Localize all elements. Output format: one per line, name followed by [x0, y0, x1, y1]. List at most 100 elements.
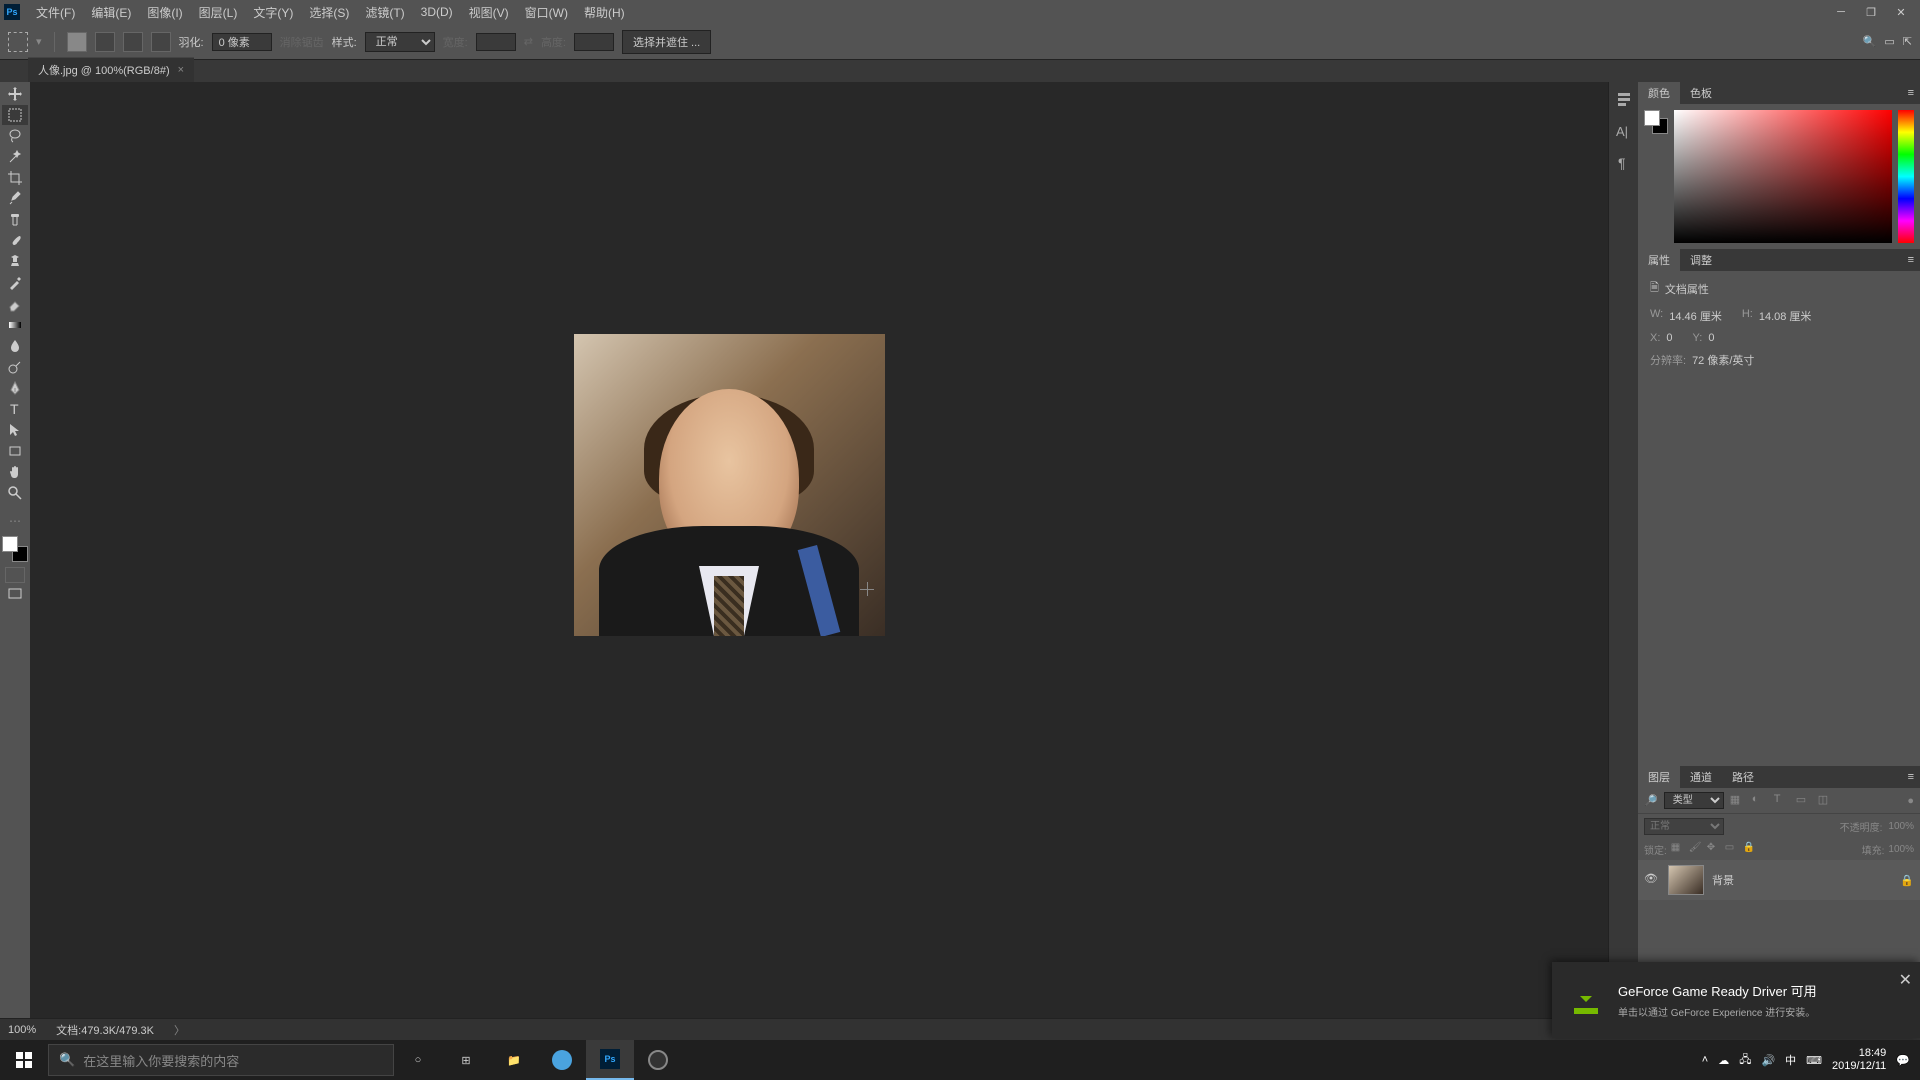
foreground-background-colors[interactable]	[2, 536, 28, 562]
cortana-icon[interactable]: ○	[394, 1040, 442, 1080]
feather-input[interactable]	[212, 33, 272, 51]
filter-toggle-icon[interactable]: ●	[1907, 795, 1914, 807]
tab-layers[interactable]: 图层	[1638, 766, 1680, 788]
filter-type-icon[interactable]: T	[1774, 793, 1790, 809]
tab-channels[interactable]: 通道	[1680, 766, 1722, 788]
filter-adjustment-icon[interactable]: ◐	[1752, 793, 1768, 809]
lock-transparency-icon[interactable]: ▦	[1671, 842, 1685, 856]
filter-search-icon[interactable]: 🔎	[1644, 794, 1658, 807]
lock-artboard-icon[interactable]: ▭	[1725, 842, 1739, 856]
menu-edit[interactable]: 编辑(E)	[83, 4, 139, 21]
share-icon[interactable]: ⇱	[1903, 35, 1912, 48]
move-tool[interactable]	[2, 84, 28, 104]
canvas-area[interactable]	[30, 82, 1608, 1018]
layer-thumbnail[interactable]	[1668, 865, 1704, 895]
color-fg-bg-swatch[interactable]	[1644, 110, 1668, 134]
path-selection-tool[interactable]	[2, 420, 28, 440]
selection-new-icon[interactable]	[67, 32, 87, 52]
maximize-button[interactable]: ❐	[1856, 0, 1886, 24]
hand-tool[interactable]	[2, 462, 28, 482]
edit-toolbar-icon[interactable]: ⋯	[2, 511, 28, 531]
rectangle-tool[interactable]	[2, 441, 28, 461]
tray-chevron-icon[interactable]: ˄	[1702, 1054, 1708, 1066]
selection-subtract-icon[interactable]	[123, 32, 143, 52]
tab-properties[interactable]: 属性	[1638, 249, 1680, 271]
tray-volume-icon[interactable]: 🔊	[1761, 1054, 1775, 1067]
lock-all-icon[interactable]: 🔒	[1743, 842, 1757, 856]
dodge-tool[interactable]	[2, 357, 28, 377]
file-explorer-icon[interactable]: 📁	[490, 1040, 538, 1080]
paragraph-panel-icon[interactable]: ¶	[1615, 154, 1633, 172]
tab-color[interactable]: 颜色	[1638, 82, 1680, 104]
clone-stamp-tool[interactable]	[2, 252, 28, 272]
current-tool-icon[interactable]	[8, 32, 28, 52]
antialias-checkbox[interactable]: 消除锯齿	[280, 34, 324, 50]
blur-tool[interactable]	[2, 336, 28, 356]
menu-window[interactable]: 窗口(W)	[517, 4, 576, 21]
foreground-color[interactable]	[2, 536, 18, 552]
menu-help[interactable]: 帮助(H)	[576, 4, 633, 21]
filter-pixel-icon[interactable]: ▦	[1730, 793, 1746, 809]
menu-file[interactable]: 文件(F)	[28, 4, 83, 21]
tray-clock[interactable]: 18:49 2019/12/11	[1832, 1047, 1886, 1073]
screen-mode-button[interactable]	[2, 584, 28, 604]
start-button[interactable]	[0, 1040, 48, 1080]
blend-mode-select[interactable]: 正常	[1644, 818, 1724, 835]
tray-network-icon[interactable]: 🖧	[1739, 1051, 1751, 1070]
gradient-tool[interactable]	[2, 315, 28, 335]
menu-view[interactable]: 视图(V)	[461, 4, 517, 21]
brush-tool[interactable]	[2, 231, 28, 251]
menu-filter[interactable]: 滤镜(T)	[357, 4, 412, 21]
chevron-down-icon[interactable]: ▾	[36, 35, 42, 48]
type-tool[interactable]: T	[2, 399, 28, 419]
tray-onedrive-icon[interactable]: ☁	[1718, 1054, 1729, 1067]
pen-tool[interactable]	[2, 378, 28, 398]
document-size[interactable]: 文档:479.3K/479.3K	[56, 1022, 154, 1038]
layer-visibility-icon[interactable]: 👁	[1644, 872, 1660, 888]
selection-add-icon[interactable]	[95, 32, 115, 52]
zoom-level[interactable]: 100%	[8, 1024, 36, 1036]
minimize-button[interactable]: ─	[1826, 0, 1856, 24]
magic-wand-tool[interactable]	[2, 147, 28, 167]
layer-lock-icon[interactable]: 🔒	[1900, 874, 1914, 887]
status-chevron-icon[interactable]: 〉	[174, 1022, 185, 1038]
selection-intersect-icon[interactable]	[151, 32, 171, 52]
layer-row[interactable]: 👁 背景 🔒	[1638, 860, 1920, 900]
app-icon-1[interactable]	[538, 1040, 586, 1080]
character-panel-icon[interactable]: A|	[1615, 122, 1633, 140]
tab-swatches[interactable]: 色板	[1680, 82, 1722, 104]
layer-name[interactable]: 背景	[1712, 872, 1734, 888]
quick-mask-button[interactable]	[5, 567, 25, 583]
tab-adjustments[interactable]: 调整	[1680, 249, 1722, 271]
lasso-tool[interactable]	[2, 126, 28, 146]
notification-toast[interactable]: GeForce Game Ready Driver 可用 单击以通过 GeFor…	[1552, 962, 1920, 1038]
close-button[interactable]: ✕	[1886, 0, 1916, 24]
taskbar-search[interactable]: 🔍 在这里输入你要搜索的内容	[48, 1044, 394, 1076]
style-select[interactable]: 正常	[365, 32, 435, 52]
history-brush-tool[interactable]	[2, 273, 28, 293]
menu-select[interactable]: 选择(S)	[301, 4, 357, 21]
color-hue-slider[interactable]	[1898, 110, 1914, 243]
photoshop-taskbar-icon[interactable]: Ps	[586, 1040, 634, 1080]
layers-panel-menu-icon[interactable]: ≡	[1908, 771, 1914, 783]
layer-filter-select[interactable]: 类型	[1664, 792, 1724, 809]
eyedropper-tool[interactable]	[2, 189, 28, 209]
tab-paths[interactable]: 路径	[1722, 766, 1764, 788]
obs-icon[interactable]	[634, 1040, 682, 1080]
tray-notifications-icon[interactable]: 💬	[1896, 1054, 1910, 1067]
crop-tool[interactable]	[2, 168, 28, 188]
menu-type[interactable]: 文字(Y)	[245, 4, 301, 21]
workspace-icon[interactable]: ▭	[1884, 35, 1894, 48]
color-saturation-field[interactable]	[1674, 110, 1892, 243]
task-view-icon[interactable]: ⊞	[442, 1040, 490, 1080]
menu-3d[interactable]: 3D(D)	[413, 5, 461, 19]
lock-pixels-icon[interactable]: 🖌	[1689, 842, 1703, 856]
notification-close-icon[interactable]: ✕	[1899, 970, 1912, 990]
tray-keyboard-icon[interactable]: ⌨	[1806, 1054, 1822, 1067]
lock-position-icon[interactable]: ✥	[1707, 842, 1721, 856]
tray-ime-indicator[interactable]: 中	[1785, 1052, 1796, 1068]
search-icon[interactable]: 🔍	[1863, 35, 1877, 48]
properties-panel-menu-icon[interactable]: ≡	[1908, 254, 1914, 266]
color-panel-menu-icon[interactable]: ≡	[1908, 87, 1914, 99]
filter-smart-icon[interactable]: ◫	[1818, 793, 1834, 809]
